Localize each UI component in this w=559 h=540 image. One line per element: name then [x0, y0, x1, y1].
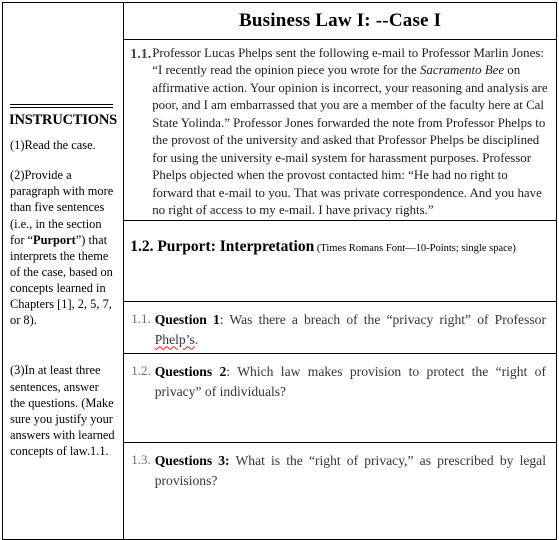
instruction-3-number: (3) [10, 363, 25, 378]
question-1-cell: 1.1. Question 1: Was there a breach of t… [124, 301, 556, 354]
question-1-row: 1.1. Question 1: Was there a breach of t… [124, 301, 556, 354]
case-italic-sacramento-bee: Sacramento Bee [419, 63, 505, 78]
question-1-misspelled-word: Phelp’s [154, 331, 195, 347]
instructions-list: (1)Read the case. (2)Provide a paragraph… [10, 137, 116, 473]
purport-cell: 1.2. Purport: Interpretation (Times Roma… [124, 220, 556, 302]
case-document-table: INSTRUCTIONS (1)Read the case. (2)Provid… [1, 1, 557, 540]
page-title: Business Law I: --Case I [239, 10, 442, 31]
question-3-block: 1.3. Questions 3: What is the “right of … [124, 443, 556, 490]
question-1-block: 1.1. Question 1: Was there a breach of t… [124, 302, 556, 349]
case-text-part2: on affirmative action. Your opinion is i… [152, 63, 548, 218]
purport-font-note: (Times Romans Font—10-Points; single spa… [314, 242, 516, 254]
instruction-3-text: In at least three sentences, answer the … [10, 363, 115, 458]
instruction-2-number: (2) [10, 168, 25, 183]
instructions-double-rule [10, 104, 113, 108]
case-number: 1.1. [130, 47, 152, 62]
question-3-body: Questions 3: What is the “right of priva… [155, 451, 546, 490]
question-1-number: 1.1. [131, 310, 151, 326]
question-1-label: Question 1 [154, 311, 220, 327]
header-row: Business Law I: --Case I [124, 3, 556, 40]
content-rows-table: Business Law I: --Case I 1.1. Professor … [124, 3, 556, 539]
question-2-number: 1.2. [131, 362, 151, 378]
header-cell: Business Law I: --Case I [124, 3, 556, 40]
question-3-label: Questions 3: [154, 452, 230, 468]
instructions-inner: INSTRUCTIONS (1)Read the case. (2)Provid… [3, 3, 123, 518]
question-1-text: Was there a breach of the “privacy right… [223, 311, 546, 327]
instruction-1-number: (1) [10, 138, 25, 152]
instructions-column: INSTRUCTIONS (1)Read the case. (2)Provid… [1, 1, 125, 540]
question-2-label: Questions 2 [154, 363, 227, 379]
instruction-item-3: (3)In at least three sentences, answer t… [10, 362, 116, 459]
case-paragraph-row: 1.1. Professor Lucas Phelps sent the fol… [124, 39, 556, 221]
purport-row: 1.2. Purport: Interpretation (Times Roma… [124, 220, 556, 302]
case-paragraph-cell: 1.1. Professor Lucas Phelps sent the fol… [124, 39, 556, 221]
case-text: Professor Lucas Phelps sent the followin… [151, 45, 548, 220]
question-2-row: 1.2. Questions 2: Which law makes provis… [124, 353, 556, 443]
instruction-item-2: (2)Provide a paragraph with more than fi… [10, 167, 116, 328]
instructions-heading: INSTRUCTIONS [9, 112, 117, 128]
question-1-text-after: . [194, 331, 199, 347]
question-2-body: Questions 2: Which law makes provision t… [155, 362, 546, 401]
question-2-cell: 1.2. Questions 2: Which law makes provis… [124, 353, 556, 443]
instruction-1-text: Read the case. [24, 138, 96, 152]
instruction-item-1: (1)Read the case. [10, 137, 116, 153]
document-page: INSTRUCTIONS (1)Read the case. (2)Provid… [0, 0, 559, 540]
question-1-body: Question 1: Was there a breach of the “p… [155, 310, 546, 349]
question-3-row: 1.3. Questions 3: What is the “right of … [124, 442, 556, 539]
question-3-cell: 1.3. Questions 3: What is the “right of … [124, 442, 556, 539]
case-block: 1.1. Professor Lucas Phelps sent the fol… [124, 40, 556, 220]
purport-block: 1.2. Purport: Interpretation (Times Roma… [124, 221, 556, 256]
question-2-block: 1.2. Questions 2: Which law makes provis… [124, 354, 556, 401]
content-column: Business Law I: --Case I 1.1. Professor … [123, 1, 557, 540]
question-3-number: 1.3. [131, 451, 151, 467]
instruction-2-bold-purport: Purport [33, 232, 76, 247]
purport-heading: 1.2. Purport: Interpretation [130, 237, 315, 255]
